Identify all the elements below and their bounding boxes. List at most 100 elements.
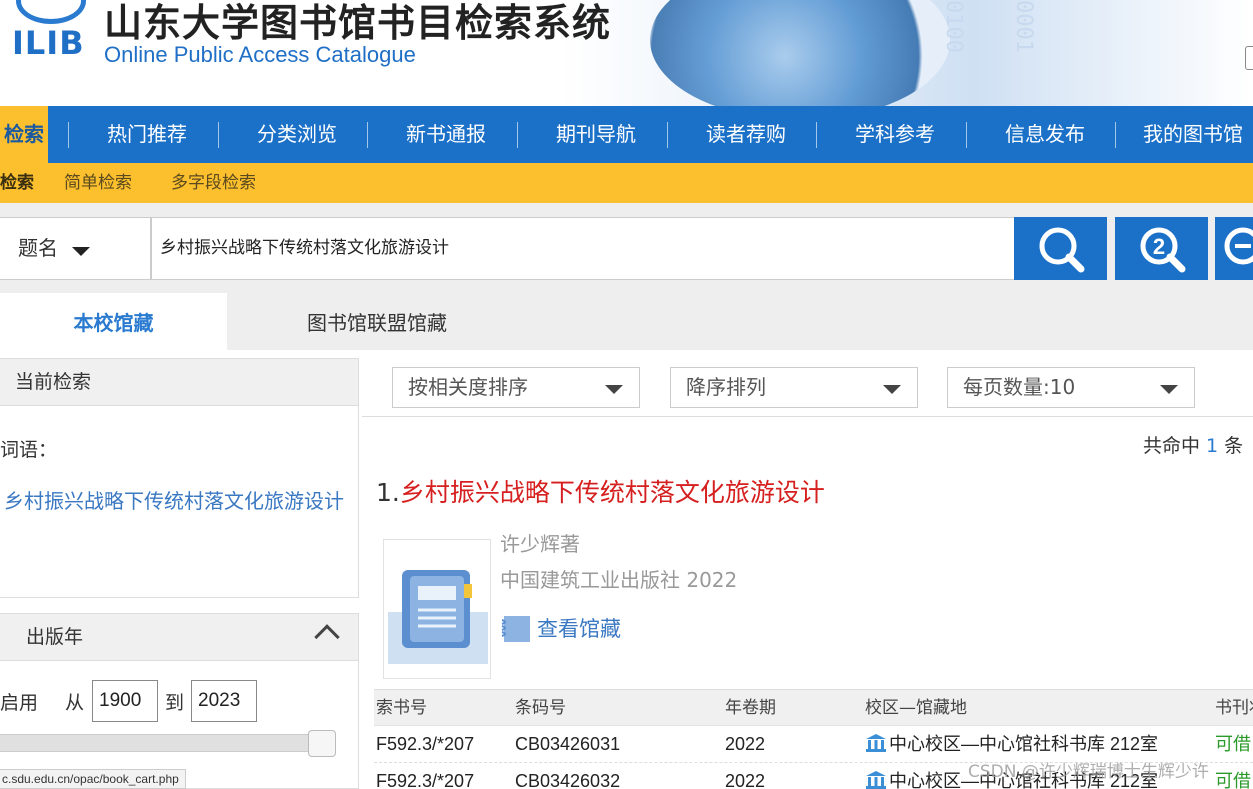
view-holdings-link[interactable]: 查看馆藏: [537, 613, 621, 643]
subnav-item-multi-field-search[interactable]: 多字段检索: [171, 163, 256, 203]
location-text: 中心校区—中心馆社科书库 212室: [889, 734, 1159, 754]
nav-item-hot[interactable]: 热门推荐: [76, 106, 218, 163]
col-location: 校区—馆藏地: [865, 698, 967, 718]
site-header: 0100 0001 ILIB 山东大学图书馆书目检索系统 Online Publ…: [0, 0, 1253, 106]
holdings-icon: [501, 616, 530, 642]
result-author: 许少辉著: [500, 532, 580, 556]
search-icon: [1039, 227, 1085, 273]
sub-nav: 检索 简单检索 多字段检索: [0, 163, 1253, 203]
result-title-link[interactable]: 乡村振兴战略下传统村落文化旅游设计: [400, 478, 825, 507]
sort-by-value: 按相关度排序: [408, 375, 528, 399]
hit-count-suffix: 条: [1224, 435, 1244, 457]
nav-item-my-library[interactable]: 我的图书馆: [1123, 106, 1253, 163]
binary-decoration: 0001: [1011, 0, 1036, 53]
subnav-item-simple-search[interactable]: 简单检索: [64, 163, 132, 203]
page-size-select[interactable]: 每页数量:10: [947, 367, 1195, 408]
nav-item-browse[interactable]: 分类浏览: [226, 106, 368, 163]
search-bar: 题名 乡村振兴战略下传统村落文化旅游设计 2: [0, 203, 1253, 293]
col-status: 书刊状态: [1215, 698, 1253, 718]
svg-text:2: 2: [1153, 234, 1165, 259]
chevron-up-icon: [314, 624, 340, 650]
library-building-icon: [866, 734, 886, 752]
table-header-row: 索书号 条码号 年卷期 校区—馆藏地 书刊状态: [374, 689, 1253, 726]
globe-graphic: [650, 0, 950, 106]
binary-decoration: 0100: [941, 0, 966, 53]
main-nav: 检索 热门推荐 分类浏览 新书通报 期刊导航 读者荐购 学科参考 信息发布 我的…: [0, 106, 1253, 163]
tab-local-collection[interactable]: 本校馆藏: [0, 293, 227, 350]
header-widget-edge[interactable]: [1245, 46, 1253, 70]
watermark: CSDN @许少辉瑞博士生辉少许: [968, 762, 1209, 782]
chevron-down-icon: [1160, 385, 1178, 394]
book-placeholder-icon: [388, 570, 488, 664]
search-field-select[interactable]: 题名: [0, 217, 151, 280]
nav-divider: [1115, 122, 1116, 148]
sort-bar: 按相关度排序 降序排列 每页数量:10: [362, 350, 1253, 417]
nav-item-journals[interactable]: 期刊导航: [525, 106, 667, 163]
nav-item-search[interactable]: 检索: [0, 106, 48, 163]
holdings-tabs: 本校馆藏 图书馆联盟馆藏: [0, 293, 1253, 350]
status-bar-url: c.sdu.edu.cn/opac/book_cart.php: [0, 769, 186, 789]
status-badge: 可借: [1215, 771, 1251, 789]
sort-order-value: 降序排列: [686, 375, 766, 399]
current-search-term[interactable]: 乡村振兴战略下传统村落文化旅游设计: [4, 473, 349, 529]
speech-bubble-icon: [16, 0, 86, 24]
search-2-icon: 2: [1140, 227, 1186, 273]
nav-divider: [218, 122, 219, 148]
chevron-down-icon: [72, 247, 90, 256]
col-barcode: 条码号: [515, 698, 566, 718]
result-title: 1.乡村振兴战略下传统村落文化旅游设计: [376, 473, 825, 509]
nav-divider: [68, 122, 69, 148]
current-search-panel: 当前检索 词语： 乡村振兴战略下传统村落文化旅游设计: [0, 358, 359, 598]
status-badge: 可借: [1215, 734, 1251, 755]
search-input[interactable]: 乡村振兴战略下传统村落文化旅游设计: [151, 217, 1015, 280]
book-cover[interactable]: [383, 539, 491, 679]
barcode: CB03426031: [515, 734, 621, 754]
call-number: F592.3/*207: [376, 771, 475, 789]
site-title: 山东大学图书馆书目检索系统: [104, 0, 612, 45]
nav-item-subjects[interactable]: 学科参考: [824, 106, 966, 163]
pub-year-from-input[interactable]: 1900: [92, 680, 158, 722]
nav-item-news[interactable]: 信息发布: [974, 106, 1116, 163]
chevron-down-icon: [883, 385, 901, 394]
result-index: 1.: [376, 478, 400, 507]
nav-item-new-books[interactable]: 新书通报: [375, 106, 517, 163]
volume-year: 2022: [725, 771, 766, 789]
col-call-no: 索书号: [376, 698, 427, 718]
pub-year-slider-handle[interactable]: [308, 730, 336, 757]
result-publisher: 中国建筑工业出版社 2022: [500, 568, 738, 592]
subnav-item-search[interactable]: 检索: [0, 163, 34, 203]
search-plus-icon: [1224, 227, 1253, 265]
hit-count-number: 1: [1206, 435, 1219, 457]
content-area: 当前检索 词语： 乡村振兴战略下传统村落文化旅游设计 出版年 启用 从 1900…: [0, 350, 1253, 789]
hit-count: 共命中 1 条: [1143, 431, 1243, 458]
advanced-search-button[interactable]: [1215, 217, 1253, 280]
pub-year-to-input[interactable]: 2023: [191, 680, 257, 722]
tab-union-collection[interactable]: 图书馆联盟馆藏: [227, 293, 527, 350]
pub-year-enable-label[interactable]: 启用: [0, 688, 38, 715]
hit-count-prefix: 共命中: [1143, 435, 1201, 457]
nav-item-recommend[interactable]: 读者荐购: [675, 106, 817, 163]
pub-year-slider-track[interactable]: [0, 734, 316, 752]
ilib-logo[interactable]: ILIB: [0, 0, 100, 106]
search-button[interactable]: [1014, 217, 1107, 280]
sort-by-select[interactable]: 按相关度排序: [392, 367, 640, 408]
nav-divider: [667, 122, 668, 148]
pub-year-to-label: 到: [165, 692, 185, 714]
pub-year-header[interactable]: 出版年: [0, 614, 358, 661]
sort-order-select[interactable]: 降序排列: [670, 367, 918, 408]
call-number: F592.3/*207: [376, 734, 475, 754]
page-size-value: 每页数量:10: [963, 375, 1076, 399]
nav-divider: [966, 122, 967, 148]
volume-year: 2022: [725, 734, 766, 754]
search-term-label: 词语：: [0, 439, 58, 461]
site-subtitle: Online Public Access Catalogue: [104, 42, 416, 67]
pub-year-from-label: 从: [65, 692, 85, 714]
current-search-heading: 当前检索: [0, 359, 358, 406]
nav-divider: [367, 122, 368, 148]
pub-year-heading: 出版年: [26, 626, 84, 648]
col-year: 年卷期: [725, 698, 776, 718]
library-building-icon: [866, 771, 886, 789]
chevron-down-icon: [605, 385, 623, 394]
secondary-search-button[interactable]: 2: [1115, 217, 1208, 280]
nav-divider: [816, 122, 817, 148]
